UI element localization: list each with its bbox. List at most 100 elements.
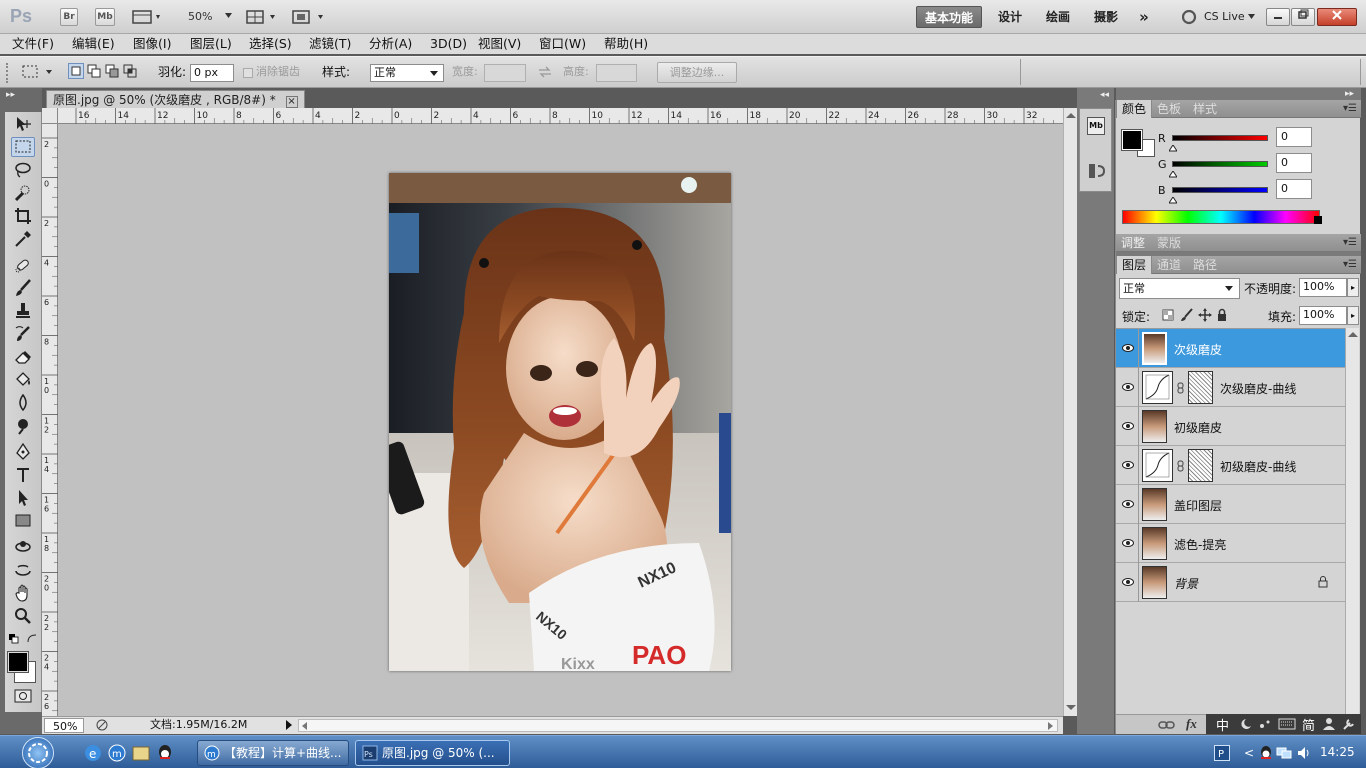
view-extras-icon[interactable] xyxy=(132,9,164,28)
pen-tool-icon[interactable] xyxy=(11,442,35,462)
menu-help[interactable]: 帮助(H) xyxy=(604,35,648,53)
eye-icon[interactable] xyxy=(1122,576,1134,588)
swap-colors-icon[interactable] xyxy=(27,633,37,647)
cslive-icon[interactable] xyxy=(1181,9,1198,29)
marquee-preset-icon[interactable] xyxy=(20,62,56,85)
horizontal-scrollbar[interactable] xyxy=(298,719,1058,732)
spectrum-black-swatch[interactable] xyxy=(1314,216,1322,224)
collapse-panels-icon[interactable]: ▸▸ xyxy=(1345,89,1354,99)
arrange-documents-icon[interactable] xyxy=(246,9,280,28)
spot-healing-brush-icon[interactable] xyxy=(11,255,35,275)
move-tool-icon[interactable] xyxy=(11,114,35,134)
channel-g-input[interactable]: 0 xyxy=(1276,153,1312,173)
tab-styles[interactable]: 样式 xyxy=(1188,100,1222,118)
status-zoom-field[interactable]: 50% xyxy=(44,718,84,733)
ime-chinese-mode[interactable]: 中 xyxy=(1216,715,1229,734)
workspace-design-button[interactable]: 设计 xyxy=(992,6,1028,28)
tab-masks[interactable]: 蒙版 xyxy=(1152,234,1186,252)
opacity-slider-button[interactable]: ▸ xyxy=(1347,278,1359,297)
layer-row[interactable]: 滤色-提亮 xyxy=(1116,524,1345,563)
tab-adjustments[interactable]: 调整 xyxy=(1116,234,1150,252)
add-to-selection-icon[interactable] xyxy=(86,63,102,82)
channel-r-slider[interactable] xyxy=(1172,135,1268,141)
layer-row[interactable]: 初级磨皮 xyxy=(1116,407,1345,446)
channel-r-slider-thumb[interactable] xyxy=(1168,141,1178,155)
lock-position-icon[interactable] xyxy=(1198,308,1212,325)
layer-row[interactable]: 背景 xyxy=(1116,563,1345,602)
eye-icon[interactable] xyxy=(1122,498,1134,510)
eye-icon[interactable] xyxy=(1122,537,1134,549)
layer-thumbnail[interactable] xyxy=(1142,488,1167,521)
channel-b-slider[interactable] xyxy=(1172,187,1268,193)
menu-filter[interactable]: 滤镜(T) xyxy=(309,35,351,53)
menu-layer[interactable]: 图层(L) xyxy=(190,35,232,53)
adjustments-panel-menu-icon[interactable]: ▾☰ xyxy=(1343,237,1357,248)
style-select[interactable]: 正常 xyxy=(370,64,444,82)
taskbar-task-photoshop[interactable]: Ps 原图.jpg @ 50% (... xyxy=(355,740,510,766)
layer-name[interactable]: 初级磨皮-曲线 xyxy=(1220,458,1296,475)
tray-keyboard-icon[interactable]: P xyxy=(1214,745,1230,761)
menu-analysis[interactable]: 分析(A) xyxy=(369,35,412,53)
vertical-ruler[interactable]: 202468101214161820222426 xyxy=(42,124,58,716)
curves-adjustment-icon[interactable] xyxy=(1142,449,1173,482)
layer-mask-thumbnail[interactable] xyxy=(1188,371,1213,404)
quick-mask-icon[interactable] xyxy=(11,686,35,706)
layer-name[interactable]: 盖印图层 xyxy=(1174,497,1222,514)
quicklaunch-ie-icon[interactable]: e xyxy=(84,744,102,765)
antialias-checkbox[interactable] xyxy=(243,68,253,78)
menu-select[interactable]: 选择(S) xyxy=(249,35,292,53)
rectangle-tool-icon[interactable] xyxy=(11,511,35,531)
layer-name[interactable]: 次级磨皮 xyxy=(1174,341,1222,358)
restore-button[interactable] xyxy=(1291,8,1315,26)
width-input[interactable] xyxy=(484,64,526,82)
close-document-icon[interactable]: × xyxy=(285,96,298,108)
horizontal-ruler[interactable]: 16 14 12 10 8 6 4 2 0 2 4 6 8 10 12 14 16 18 20 22 24 26 28 30 3… xyxy=(58,108,1063,124)
mini-bridge-button[interactable]: Mb xyxy=(95,8,115,26)
3d-orbit-tool-icon[interactable] xyxy=(11,560,35,580)
cslive-button[interactable]: CS Live xyxy=(1204,10,1256,23)
path-selection-tool-icon[interactable] xyxy=(11,488,35,508)
more-workspaces-button[interactable]: » xyxy=(1134,6,1154,28)
screen-mode-icon[interactable] xyxy=(292,9,328,28)
eraser-tool-icon[interactable] xyxy=(11,347,35,367)
layer-thumbnail[interactable] xyxy=(1142,410,1167,443)
eye-icon[interactable] xyxy=(1122,420,1134,432)
ime-settings-icon[interactable] xyxy=(1342,717,1356,734)
new-selection-icon[interactable] xyxy=(68,63,84,79)
eyedropper-tool-icon[interactable] xyxy=(11,229,35,249)
subtract-from-selection-icon[interactable] xyxy=(104,63,120,82)
close-window-button[interactable] xyxy=(1317,8,1357,26)
blur-tool-icon[interactable] xyxy=(11,393,35,413)
layer-thumbnail[interactable] xyxy=(1142,527,1167,560)
blend-mode-select[interactable]: 正常 xyxy=(1119,278,1240,299)
tab-color[interactable]: 颜色 xyxy=(1116,100,1153,118)
history-panel-icon[interactable] xyxy=(1087,161,1107,184)
history-brush-tool-icon[interactable] xyxy=(11,324,35,344)
swap-dimensions-icon[interactable] xyxy=(538,66,552,81)
tray-expand-icon[interactable]: < xyxy=(1244,746,1254,760)
quicklaunch-maxthon-icon[interactable]: m xyxy=(108,744,126,765)
color-spectrum-bar[interactable] xyxy=(1122,210,1320,224)
layer-style-icon[interactable]: fx xyxy=(1186,716,1197,732)
layer-row[interactable]: 次级磨皮-曲线 xyxy=(1116,368,1345,407)
ime-punctuation-icon[interactable] xyxy=(1258,718,1272,733)
refine-edge-button[interactable]: 调整边缘... xyxy=(657,62,737,83)
layer-row[interactable]: 盖印图层 xyxy=(1116,485,1345,524)
lasso-tool-icon[interactable] xyxy=(11,160,35,180)
brush-tool-icon[interactable] xyxy=(11,278,35,298)
layer-row[interactable]: 初级磨皮-曲线 xyxy=(1116,446,1345,485)
ime-user-icon[interactable] xyxy=(1322,717,1336,734)
channel-g-slider-thumb[interactable] xyxy=(1168,167,1178,181)
ime-simplified[interactable]: 简 xyxy=(1302,715,1315,734)
document-tab[interactable]: 原图.jpg @ 50% (次级磨皮 , RGB/8#) * × xyxy=(46,90,305,108)
minimize-button[interactable] xyxy=(1266,8,1290,26)
3d-rotate-tool-icon[interactable] xyxy=(11,537,35,557)
mini-bridge-panel-icon[interactable]: Mb xyxy=(1087,117,1105,135)
zoom-tool-icon[interactable] xyxy=(11,606,35,626)
layers-panel-menu-icon[interactable]: ▾☰ xyxy=(1343,259,1357,270)
expand-dock-icon[interactable]: ◂◂ xyxy=(1100,90,1109,100)
layer-row[interactable]: 次级磨皮 xyxy=(1116,329,1345,368)
channel-b-input[interactable]: 0 xyxy=(1276,179,1312,199)
ime-keyboard-icon[interactable] xyxy=(1278,718,1296,733)
workspace-essentials-button[interactable]: 基本功能 xyxy=(916,6,982,28)
